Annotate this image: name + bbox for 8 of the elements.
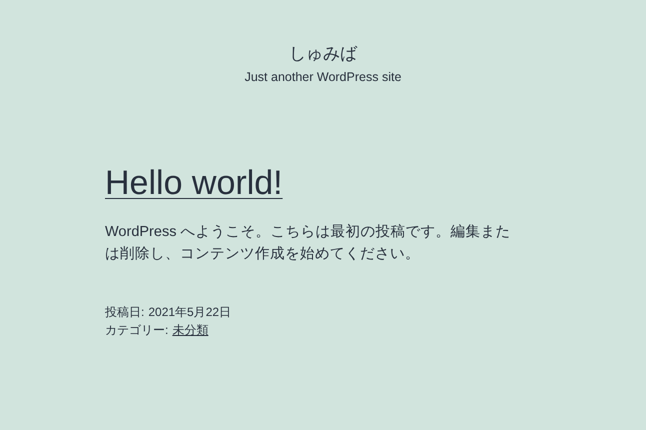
post-date: 2021年5月22日: [148, 304, 232, 321]
category-link[interactable]: 未分類: [172, 321, 208, 339]
date-label: 投稿日:: [105, 304, 144, 321]
post-title-link[interactable]: Hello world!: [105, 164, 283, 202]
post-body-text: WordPress へようこそ。こちらは最初の投稿です。編集または削除し、コンテンツ作成を始めてください。: [105, 222, 512, 264]
site-title: しゅみば: [289, 44, 357, 64]
category-label: カテゴリー:: [105, 322, 168, 339]
site-tagline: Just another WordPress site: [244, 69, 402, 85]
